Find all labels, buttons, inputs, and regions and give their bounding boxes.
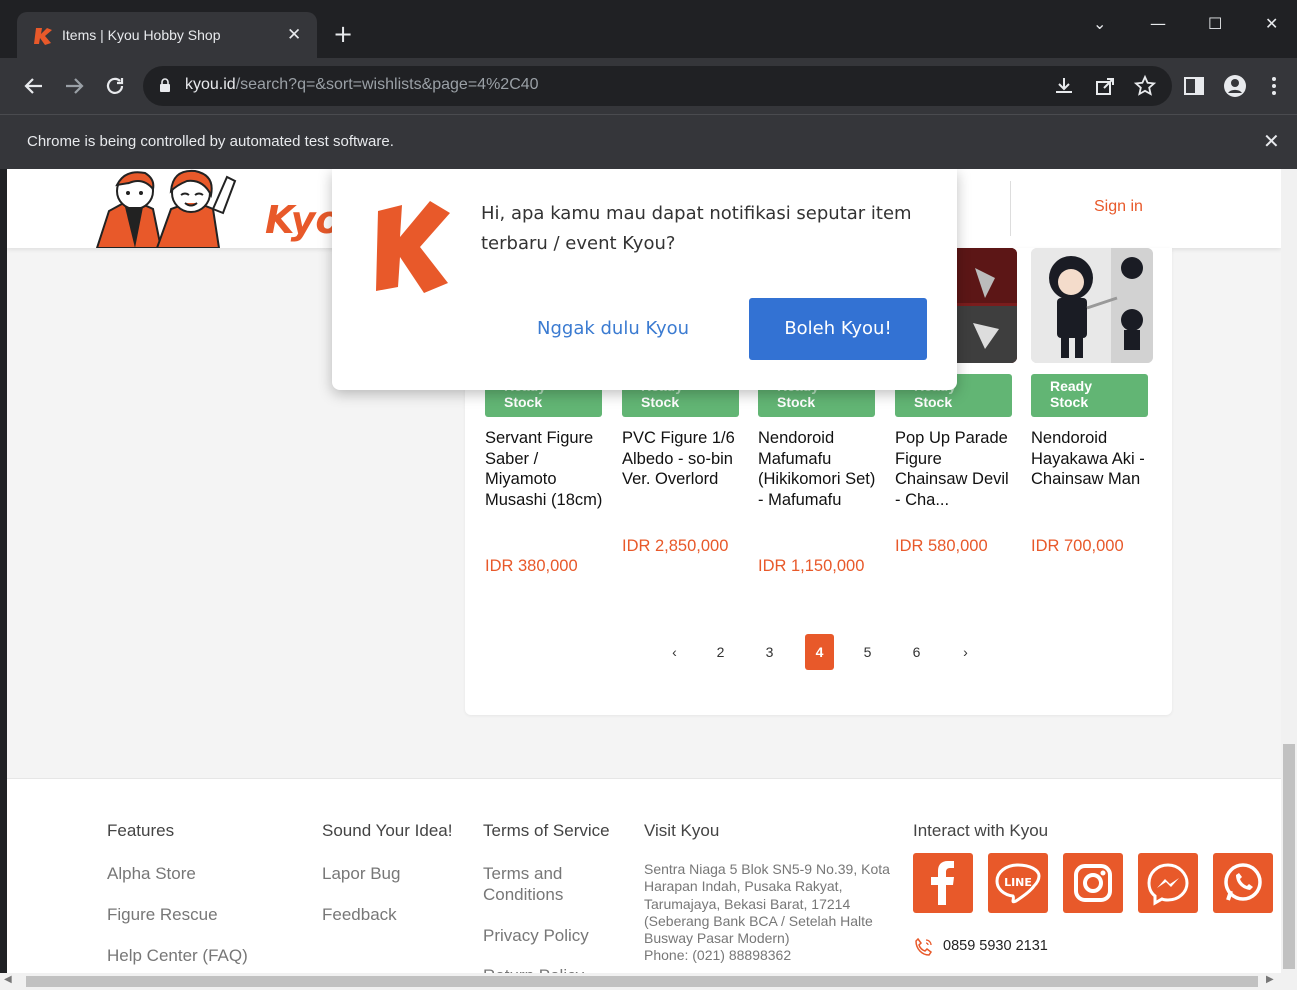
side-panel-icon[interactable] bbox=[1182, 74, 1206, 98]
svg-text:Kyo: Kyo bbox=[265, 198, 335, 242]
automation-infobar: Chrome is being controlled by automated … bbox=[0, 114, 1297, 169]
infobar-message: Chrome is being controlled by automated … bbox=[27, 133, 394, 150]
messenger-icon[interactable] bbox=[1138, 853, 1198, 913]
site-footer: Features Alpha Store Figure Rescue Help … bbox=[7, 778, 1281, 973]
pagination-prev[interactable]: ‹ bbox=[660, 634, 689, 670]
contact-phone-number[interactable]: 0859 5930 2131 bbox=[943, 938, 1048, 954]
minimize-icon[interactable]: — bbox=[1150, 14, 1166, 33]
pagination-page-current[interactable]: 4 bbox=[805, 634, 834, 670]
back-icon[interactable] bbox=[22, 74, 46, 98]
footer-features-heading: Features bbox=[107, 821, 175, 840]
accept-notifications-button[interactable]: Boleh Kyou! bbox=[749, 298, 927, 360]
tab-title: Items | Kyou Hobby Shop bbox=[62, 27, 221, 43]
vertical-scrollbar-thumb[interactable] bbox=[1283, 744, 1295, 969]
browser-tab[interactable]: Items | Kyou Hobby Shop ✕ bbox=[17, 12, 317, 58]
footer-link-alpha-store[interactable]: Alpha Store bbox=[107, 863, 196, 884]
ready-stock-badge: ReadyStock bbox=[1031, 374, 1148, 417]
footer-visit-heading: Visit Kyou bbox=[644, 821, 720, 840]
sign-in-link[interactable]: Sign in bbox=[1094, 198, 1143, 216]
footer-sound-heading: Sound Your Idea! bbox=[322, 821, 453, 840]
new-tab-icon[interactable]: + bbox=[333, 22, 353, 46]
browser-tab-strip: Items | Kyou Hobby Shop ✕ + ⌄ — ☐ ✕ bbox=[0, 0, 1297, 58]
footer-link-figure-rescue[interactable]: Figure Rescue bbox=[107, 904, 218, 925]
pagination-page[interactable]: 2 bbox=[706, 634, 735, 670]
product-price: IDR 700,000 bbox=[1031, 537, 1124, 555]
infobar-close-icon[interactable]: ✕ bbox=[1263, 129, 1280, 153]
footer-link-privacy-policy[interactable]: Privacy Policy bbox=[483, 925, 589, 946]
kyou-favicon-icon bbox=[34, 28, 52, 45]
profile-icon[interactable] bbox=[1223, 74, 1247, 98]
product-name[interactable]: Servant Figure Saber / Miyamoto Musashi … bbox=[485, 428, 607, 510]
footer-interact-heading: Interact with Kyou bbox=[913, 821, 1049, 840]
left-window-edge bbox=[0, 169, 7, 990]
forward-icon[interactable] bbox=[62, 74, 86, 98]
tab-search-icon[interactable]: ⌄ bbox=[1093, 14, 1106, 33]
footer-address: Sentra Niaga 5 Blok SN5-9 No.39, Kota Ha… bbox=[644, 861, 890, 964]
kyou-mascot-logo[interactable]: Kyo bbox=[95, 169, 335, 248]
instagram-icon[interactable] bbox=[1063, 853, 1123, 913]
scroll-right-icon[interactable]: ▶ bbox=[1266, 974, 1274, 985]
pagination-page[interactable]: 3 bbox=[755, 634, 784, 670]
footer-link-terms-conditions[interactable]: Terms and Conditions bbox=[483, 863, 603, 905]
phone-icon bbox=[915, 937, 933, 956]
kyou-k-logo-icon bbox=[376, 201, 450, 293]
product-price: IDR 380,000 bbox=[485, 557, 578, 575]
notification-permission-popup: Hi, apa kamu mau dapat notifikasi seputa… bbox=[332, 169, 957, 390]
url-host: kyou.id bbox=[185, 76, 236, 93]
product-price: IDR 1,150,000 bbox=[758, 557, 865, 575]
product-name[interactable]: Nendoroid Mafumafu (Hikikomori Set) - Ma… bbox=[758, 428, 880, 510]
pagination-page[interactable]: 5 bbox=[853, 634, 882, 670]
address-bar[interactable]: kyou.id/search?q=&sort=wishlists&page=4%… bbox=[143, 66, 1172, 106]
line-icon[interactable]: LINE bbox=[988, 853, 1048, 913]
facebook-icon[interactable] bbox=[913, 853, 973, 913]
horizontal-scrollbar-thumb[interactable] bbox=[26, 976, 1258, 987]
header-divider bbox=[1010, 181, 1011, 236]
url-path: /search?q=&sort=wishlists&page=4%2C40 bbox=[235, 76, 539, 93]
pagination-next[interactable]: › bbox=[951, 634, 980, 670]
reload-icon[interactable] bbox=[103, 74, 127, 98]
decline-notifications-button[interactable]: Nggak dulu Kyou bbox=[537, 318, 689, 339]
window-close-icon[interactable]: ✕ bbox=[1265, 14, 1278, 33]
product-image[interactable] bbox=[1031, 248, 1153, 363]
maximize-icon[interactable]: ☐ bbox=[1208, 14, 1222, 33]
browser-toolbar: kyou.id/search?q=&sort=wishlists&page=4%… bbox=[0, 58, 1297, 114]
product-name[interactable]: Nendoroid Hayakawa Aki - Chainsaw Man bbox=[1031, 428, 1153, 490]
footer-link-help-center[interactable]: Help Center (FAQ) bbox=[107, 945, 248, 966]
footer-phone-line: Phone: (021) 88898362 bbox=[644, 947, 792, 964]
popup-message: Hi, apa kamu mau dapat notifikasi seputa… bbox=[481, 203, 912, 254]
footer-link-feedback[interactable]: Feedback bbox=[322, 904, 397, 925]
footer-link-return-policy[interactable]: Return Policy bbox=[483, 965, 584, 973]
scroll-left-icon[interactable]: ◀ bbox=[4, 974, 12, 985]
tab-close-icon[interactable]: ✕ bbox=[287, 25, 301, 45]
svg-text:LINE: LINE bbox=[1004, 876, 1032, 889]
pagination-page[interactable]: 6 bbox=[902, 634, 931, 670]
product-name[interactable]: Pop Up Parade Figure Chainsaw Devil - Ch… bbox=[895, 428, 1017, 510]
horizontal-scrollbar[interactable]: ◀ ▶ bbox=[0, 973, 1297, 990]
product-price: IDR 2,850,000 bbox=[622, 537, 729, 555]
share-icon[interactable] bbox=[1093, 74, 1117, 98]
product-price: IDR 580,000 bbox=[895, 537, 988, 555]
menu-kebab-icon[interactable] bbox=[1262, 74, 1286, 98]
whatsapp-icon[interactable] bbox=[1213, 853, 1273, 913]
product-name[interactable]: PVC Figure 1/6 Albedo - so-bin Ver. Over… bbox=[622, 428, 744, 490]
install-icon[interactable] bbox=[1052, 74, 1076, 98]
footer-link-lapor-bug[interactable]: Lapor Bug bbox=[322, 863, 400, 884]
page-viewport: Kyo Sign in ReadyStock Servant Figure Sa… bbox=[7, 169, 1281, 973]
footer-terms-heading: Terms of Service bbox=[483, 821, 610, 840]
lock-icon bbox=[160, 78, 170, 92]
bookmark-star-icon[interactable] bbox=[1133, 74, 1157, 98]
